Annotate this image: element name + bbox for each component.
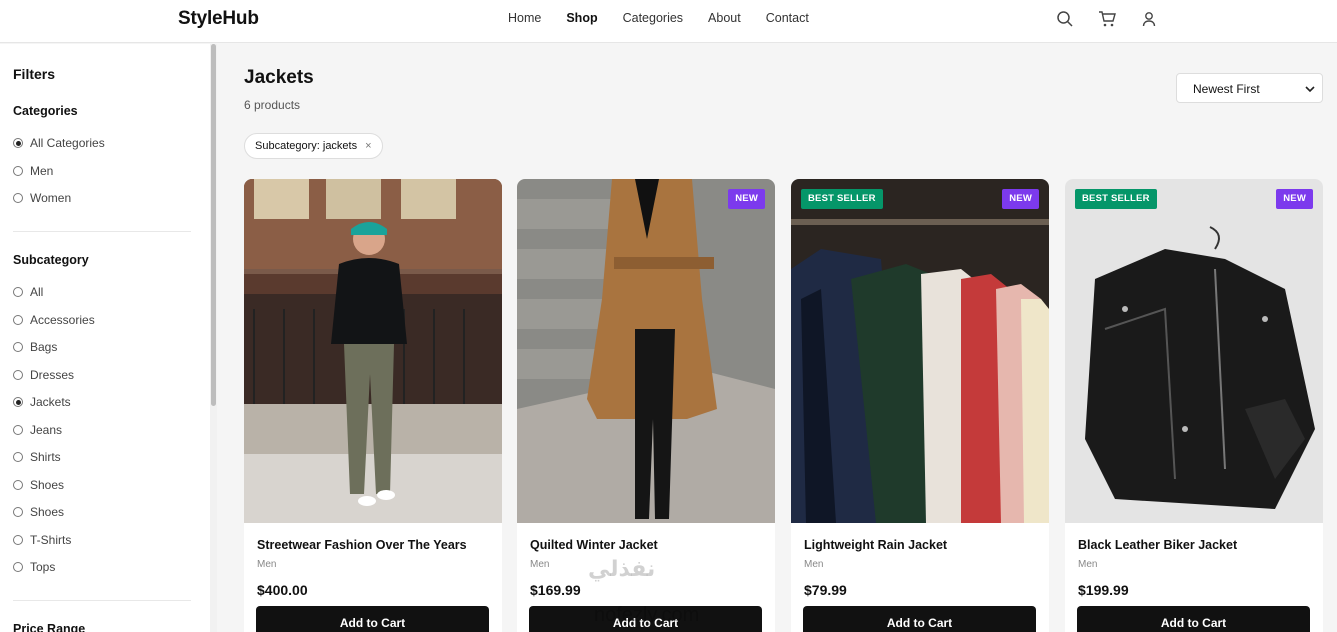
- nav-contact[interactable]: Contact: [766, 11, 809, 25]
- subcategory-option-all[interactable]: All: [13, 285, 43, 299]
- best-seller-badge: BEST SELLER: [801, 189, 883, 209]
- radio-icon[interactable]: [13, 138, 23, 148]
- option-label: T-Shirts: [30, 533, 72, 547]
- radio-icon[interactable]: [13, 425, 23, 435]
- option-label: Dresses: [30, 368, 75, 382]
- logo[interactable]: StyleHub: [178, 8, 259, 30]
- categories-heading: Categories: [13, 104, 78, 118]
- category-option-all[interactable]: All Categories: [13, 136, 105, 150]
- filters-title: Filters: [13, 66, 56, 82]
- subcategory-option-shoes-2[interactable]: Shoes: [13, 505, 64, 519]
- radio-icon[interactable]: [13, 397, 23, 407]
- chip-label: Subcategory: jackets: [255, 140, 358, 152]
- radio-icon[interactable]: [13, 370, 23, 380]
- option-label: Tops: [30, 560, 56, 574]
- subcategory-option-shoes[interactable]: Shoes: [13, 478, 64, 492]
- watermark-latin: nofezly.com: [594, 604, 700, 626]
- radio-icon[interactable]: [13, 193, 23, 203]
- option-label: Men: [30, 164, 54, 178]
- product-price: $400.00: [257, 582, 308, 598]
- filters-sidebar: Filters Categories All Categories Men Wo…: [0, 44, 210, 632]
- radio-icon[interactable]: [13, 342, 23, 352]
- price-range-heading: Price Range: [13, 622, 86, 632]
- active-filter-chip[interactable]: Subcategory: jackets ×: [244, 133, 383, 159]
- category-option-women[interactable]: Women: [13, 191, 71, 205]
- product-card[interactable]: BEST SELLER NEW Lightweight Rain Jacket …: [791, 179, 1049, 632]
- close-icon[interactable]: ×: [365, 140, 371, 152]
- watermark-arabic: نفذلي: [588, 556, 656, 581]
- option-label: All: [30, 285, 44, 299]
- sort-select[interactable]: Newest First: [1176, 73, 1323, 103]
- new-badge: NEW: [728, 189, 765, 209]
- product-name[interactable]: Lightweight Rain Jacket: [804, 538, 947, 552]
- main-nav: Home Shop Categories About Contact: [508, 11, 834, 25]
- product-image[interactable]: [244, 179, 502, 523]
- radio-icon[interactable]: [13, 166, 23, 176]
- sort-value: Newest First: [1193, 82, 1260, 96]
- option-label: Women: [30, 191, 72, 205]
- product-image[interactable]: BEST SELLER NEW: [791, 179, 1049, 523]
- search-icon[interactable]: [1056, 10, 1076, 28]
- option-label: Jeans: [30, 423, 63, 437]
- product-category: Men: [1078, 559, 1098, 570]
- radio-icon[interactable]: [13, 452, 23, 462]
- category-option-men[interactable]: Men: [13, 164, 53, 178]
- nav-shop[interactable]: Shop: [566, 11, 597, 25]
- option-label: Jackets: [30, 395, 71, 409]
- subcategory-option-dresses[interactable]: Dresses: [13, 368, 74, 382]
- product-price: $199.99: [1078, 582, 1129, 598]
- add-to-cart-button[interactable]: Add to Cart: [803, 606, 1036, 632]
- radio-icon[interactable]: [13, 535, 23, 545]
- product-price: $79.99: [804, 582, 847, 598]
- subcategory-option-tshirts[interactable]: T-Shirts: [13, 533, 71, 547]
- product-count: 6 products: [244, 98, 301, 112]
- nav-home[interactable]: Home: [508, 11, 541, 25]
- divider: [13, 231, 191, 232]
- product-name[interactable]: Black Leather Biker Jacket: [1078, 538, 1237, 552]
- product-image[interactable]: BEST SELLER NEW: [1065, 179, 1323, 523]
- option-label: Shoes: [30, 478, 65, 492]
- radio-icon[interactable]: [13, 507, 23, 517]
- product-category: Men: [530, 559, 550, 570]
- option-label: Bags: [30, 340, 58, 354]
- chevron-down-icon: [1305, 83, 1315, 93]
- best-seller-badge: BEST SELLER: [1075, 189, 1157, 209]
- nav-about[interactable]: About: [708, 11, 741, 25]
- cart-icon[interactable]: [1098, 10, 1118, 28]
- option-label: Shoes: [30, 505, 65, 519]
- subcategory-option-jackets[interactable]: Jackets: [13, 395, 71, 409]
- product-image[interactable]: NEW: [517, 179, 775, 523]
- nav-categories[interactable]: Categories: [623, 11, 683, 25]
- product-name[interactable]: Streetwear Fashion Over The Years: [257, 538, 467, 552]
- radio-icon[interactable]: [13, 480, 23, 490]
- option-label: All Categories: [30, 136, 105, 150]
- subcategory-option-tops[interactable]: Tops: [13, 560, 55, 574]
- radio-icon[interactable]: [13, 315, 23, 325]
- divider: [13, 600, 191, 601]
- option-label: Shirts: [30, 450, 61, 464]
- subcategory-option-shirts[interactable]: Shirts: [13, 450, 61, 464]
- radio-icon[interactable]: [13, 287, 23, 297]
- product-name[interactable]: Quilted Winter Jacket: [530, 538, 658, 552]
- top-header: StyleHub Home Shop Categories About Cont…: [0, 0, 1337, 43]
- add-to-cart-button[interactable]: Add to Cart: [1077, 606, 1310, 632]
- product-card[interactable]: Streetwear Fashion Over The Years Men $4…: [244, 179, 502, 632]
- subcategory-heading: Subcategory: [13, 253, 89, 267]
- product-category: Men: [257, 559, 277, 570]
- subcategory-option-jeans[interactable]: Jeans: [13, 423, 62, 437]
- product-card[interactable]: BEST SELLER NEW Black Leather Biker Jack…: [1065, 179, 1323, 632]
- product-category: Men: [804, 559, 824, 570]
- page-title: Jackets: [244, 67, 314, 88]
- user-icon[interactable]: [1140, 10, 1160, 28]
- option-label: Accessories: [30, 313, 95, 327]
- product-price: $169.99: [530, 582, 581, 598]
- add-to-cart-button[interactable]: Add to Cart: [256, 606, 489, 632]
- new-badge: NEW: [1002, 189, 1039, 209]
- subcategory-option-bags[interactable]: Bags: [13, 340, 57, 354]
- new-badge: NEW: [1276, 189, 1313, 209]
- sidebar-scrollbar-thumb[interactable]: [211, 44, 216, 406]
- subcategory-option-accessories[interactable]: Accessories: [13, 313, 95, 327]
- radio-icon[interactable]: [13, 562, 23, 572]
